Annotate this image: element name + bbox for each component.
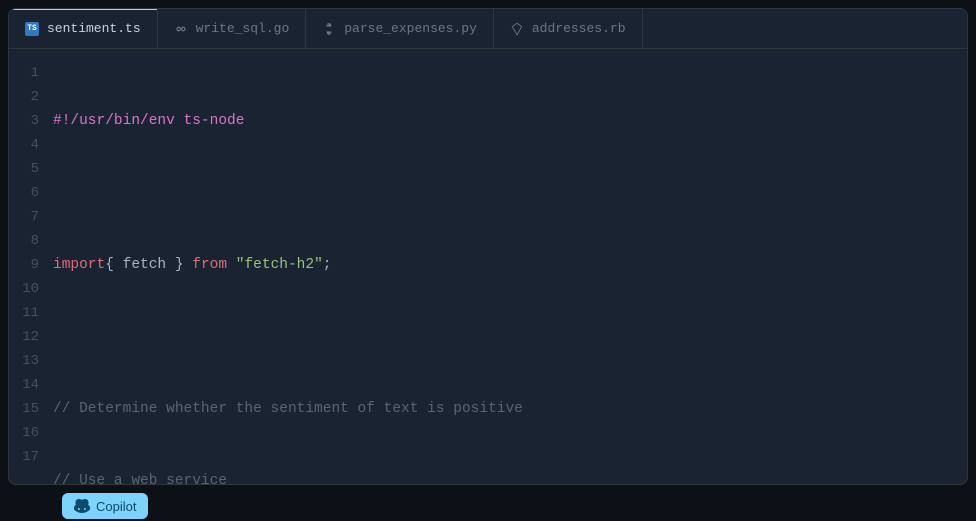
tab-parse-expenses-py[interactable]: parse_expenses.py (306, 9, 494, 48)
tab-label: addresses.rb (532, 21, 626, 36)
code-line: #!/usr/bin/env ts-node (53, 109, 967, 133)
typescript-icon: TS (25, 22, 39, 36)
tab-label: sentiment.ts (47, 21, 141, 36)
copilot-icon (74, 498, 90, 514)
editor-frame: TS sentiment.ts write_sql.go parse_expen… (8, 8, 968, 485)
editor-body[interactable]: 1 2 3 4 5 6 7 8 9 10 11 12 13 14 15 16 1… (9, 49, 967, 484)
code-line (53, 325, 967, 349)
copilot-label: Copilot (96, 499, 136, 514)
tab-addresses-rb[interactable]: addresses.rb (494, 9, 643, 48)
line-number-gutter: 1 2 3 4 5 6 7 8 9 10 11 12 13 14 15 16 1… (9, 61, 53, 484)
tab-write-sql-go[interactable]: write_sql.go (158, 9, 307, 48)
copilot-badge[interactable]: Copilot (62, 493, 148, 519)
python-icon (322, 22, 336, 36)
ruby-icon (510, 22, 524, 36)
tab-label: parse_expenses.py (344, 21, 477, 36)
tab-sentiment-ts[interactable]: TS sentiment.ts (9, 9, 158, 48)
code-line: // Use a web service (53, 469, 967, 484)
tab-bar: TS sentiment.ts write_sql.go parse_expen… (9, 9, 967, 49)
code-line: import{ fetch } from "fetch-h2"; (53, 253, 967, 277)
go-icon (174, 22, 188, 36)
code-area[interactable]: #!/usr/bin/env ts-node import{ fetch } f… (53, 61, 967, 484)
tab-label: write_sql.go (196, 21, 290, 36)
code-line (53, 181, 967, 205)
code-line: // Determine whether the sentiment of te… (53, 397, 967, 421)
